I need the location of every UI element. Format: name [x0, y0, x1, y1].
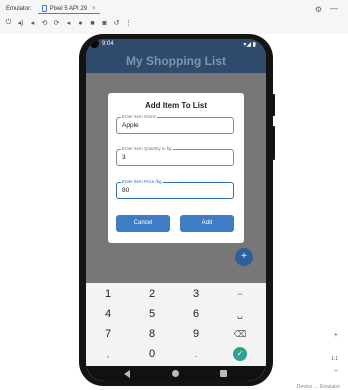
item-price-field[interactable]: Enter Item Price /kg 80 [116, 179, 234, 199]
app-title: My Shopping List [126, 54, 226, 68]
key-comma[interactable]: , [88, 345, 128, 363]
key-minus[interactable]: − [220, 285, 260, 303]
item-name-label: Enter Item Name [121, 114, 158, 119]
cancel-button[interactable]: Cancel [116, 215, 170, 232]
navigation-bar [86, 366, 266, 381]
volume-up-icon[interactable]: ◂) [17, 19, 24, 27]
front-camera [90, 39, 99, 48]
power-icon[interactable]: ⏻ [5, 19, 12, 27]
dialog-title: Add Item To List [144, 101, 208, 110]
device-tab[interactable]: Pixel 5 API 29 × [37, 4, 100, 14]
add-fab-button[interactable]: + [235, 248, 253, 266]
backspace-icon[interactable]: ⌫ [220, 325, 260, 343]
key-4[interactable]: 4 [88, 305, 128, 323]
key-5[interactable]: 5 [132, 305, 172, 323]
footer-links[interactable]: Device … Emulator [297, 384, 340, 390]
add-button[interactable]: Add [180, 215, 234, 232]
enter-check-icon[interactable]: ✓ [233, 347, 247, 361]
undo-icon[interactable]: ↺ [113, 19, 120, 27]
item-name-value: Apple [122, 122, 139, 129]
app-bar: My Shopping List [86, 51, 266, 73]
rotate-right-icon[interactable]: ⟳ [53, 19, 60, 27]
key-0[interactable]: 0 [132, 345, 172, 363]
key-period[interactable]: . [176, 345, 216, 363]
stop-icon[interactable]: ■ [89, 20, 96, 27]
key-9[interactable]: 9 [176, 325, 216, 343]
device-tab-label: Pixel 5 API 29 [49, 5, 88, 12]
status-time: 9:04 [102, 41, 114, 47]
power-button [272, 94, 275, 116]
phone-screen: 9:04 ▾◢ ▮ My Shopping List Add Item To L… [86, 39, 266, 381]
camera-icon[interactable]: ◙ [101, 20, 108, 27]
item-price-value: 80 [122, 187, 130, 194]
status-bar: 9:04 ▾◢ ▮ [86, 39, 266, 51]
emulator-controls: ⏻ ◂) ◂ ⟲ ⟳ ◂ ● ■ ◙ ↺ ⋮ [5, 18, 132, 28]
key-6[interactable]: 6 [176, 305, 216, 323]
back-icon[interactable]: ◂ [65, 19, 72, 27]
item-quantity-label: Enter Item Quantity in kg [121, 146, 173, 151]
phone-icon [41, 5, 47, 12]
phone-frame: 9:04 ▾◢ ▮ My Shopping List Add Item To L… [79, 34, 275, 386]
zoom-ratio-button[interactable]: 1:1 [331, 356, 338, 362]
add-item-dialog: Add Item To List Enter Item Name Apple E… [108, 93, 244, 243]
item-quantity-value: 3 [122, 154, 126, 161]
key-8[interactable]: 8 [132, 325, 172, 343]
zoom-out-button[interactable]: − [334, 368, 338, 375]
minimize-button[interactable]: — [330, 4, 338, 13]
emulator-title-row: Emulator: Pixel 5 API 29 × [6, 3, 100, 15]
key-7[interactable]: 7 [88, 325, 128, 343]
nav-recents-icon[interactable] [220, 370, 227, 377]
item-name-field[interactable]: Enter Item Name Apple [116, 114, 234, 134]
zoom-in-button[interactable]: + [334, 332, 338, 339]
emulator-toolbar: Emulator: Pixel 5 API 29 × ⚙ — ⏻ ◂) ◂ ⟲ … [0, 0, 348, 34]
volume-button [272, 126, 275, 160]
key-space[interactable]: ␣ [220, 305, 260, 323]
key-3[interactable]: 3 [176, 285, 216, 303]
volume-down-icon[interactable]: ◂ [29, 19, 36, 27]
item-quantity-field[interactable]: Enter Item Quantity in kg 3 [116, 146, 234, 166]
emulator-label: Emulator: [6, 6, 32, 12]
emulator-window: Emulator: Pixel 5 API 29 × ⚙ — ⏻ ◂) ◂ ⟲ … [0, 0, 348, 390]
close-tab-icon[interactable]: × [92, 6, 96, 12]
key-1[interactable]: 1 [88, 285, 128, 303]
item-price-label: Enter Item Price /kg [121, 179, 163, 184]
gear-icon[interactable]: ⚙ [315, 5, 322, 14]
rotate-left-icon[interactable]: ⟲ [41, 19, 48, 27]
status-indicators: ▾◢ ▮ [243, 42, 256, 48]
nav-back-icon[interactable] [124, 370, 130, 378]
nav-home-icon[interactable] [172, 370, 179, 377]
more-icon[interactable]: ⋮ [125, 19, 132, 27]
key-2[interactable]: 2 [132, 285, 172, 303]
home-icon[interactable]: ● [77, 20, 84, 27]
